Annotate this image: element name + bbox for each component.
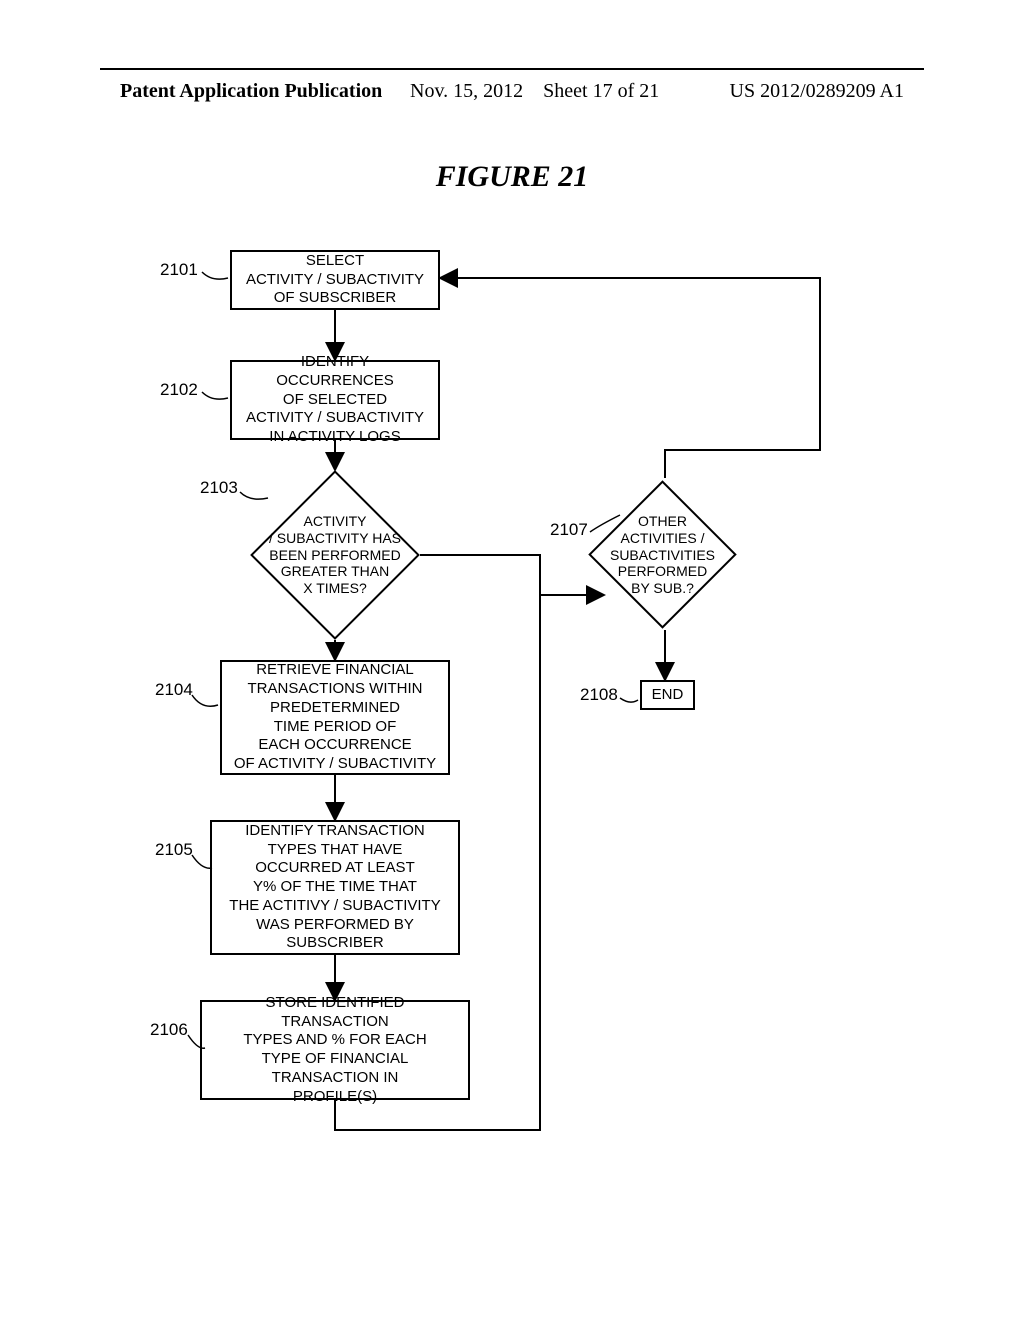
label-2103: 2103 (200, 478, 238, 498)
node-2101: SELECTACTIVITY / SUBACTIVITYOF SUBSCRIBE… (230, 250, 440, 310)
node-2105-text: IDENTIFY TRANSACTIONTYPES THAT HAVEOCCUR… (229, 822, 440, 953)
node-2108-text: END (652, 686, 684, 705)
label-2106: 2106 (150, 1020, 188, 1040)
header-date: Nov. 15, 2012 (410, 80, 523, 102)
header-rule (100, 68, 924, 70)
header-sheet: Sheet 17 of 21 (543, 80, 659, 102)
header-date-sheet: Nov. 15, 2012 Sheet 17 of 21 (410, 80, 659, 103)
node-2101-text: SELECTACTIVITY / SUBACTIVITYOF SUBSCRIBE… (246, 252, 424, 308)
node-2102-text: IDENTIFY OCCURRENCESOF SELECTEDACTIVITY … (242, 353, 428, 447)
node-2106-text: STORE IDENTIFIED TRANSACTIONTYPES AND % … (212, 994, 458, 1107)
node-2107-text: OTHERACTIVITIES /SUBACTIVITIESPERFORMEDB… (593, 513, 733, 597)
node-2102: IDENTIFY OCCURRENCESOF SELECTEDACTIVITY … (230, 360, 440, 440)
label-2104: 2104 (155, 680, 193, 700)
node-2104: RETRIEVE FINANCIALTRANSACTIONS WITHINPRE… (220, 660, 450, 775)
label-2105: 2105 (155, 840, 193, 860)
label-2102: 2102 (160, 380, 198, 400)
node-2103: ACTIVITY/ SUBACTIVITY HASBEEN PERFORMEDG… (250, 470, 420, 640)
node-2107: OTHERACTIVITIES /SUBACTIVITIESPERFORMEDB… (588, 480, 736, 628)
header-pubno: US 2012/0289209 A1 (730, 80, 904, 103)
header-publication: Patent Application Publication (120, 80, 382, 103)
node-2104-text: RETRIEVE FINANCIALTRANSACTIONS WITHINPRE… (234, 661, 436, 774)
node-2106: STORE IDENTIFIED TRANSACTIONTYPES AND % … (200, 1000, 470, 1100)
node-2105: IDENTIFY TRANSACTIONTYPES THAT HAVEOCCUR… (210, 820, 460, 955)
flowchart: SELECTACTIVITY / SUBACTIVITYOF SUBSCRIBE… (120, 230, 900, 1250)
node-2103-text: ACTIVITY/ SUBACTIVITY HASBEEN PERFORMEDG… (245, 513, 425, 597)
label-2108: 2108 (580, 685, 618, 705)
figure-title: FIGURE 21 (0, 160, 1024, 194)
label-2107: 2107 (550, 520, 588, 540)
label-2101: 2101 (160, 260, 198, 280)
node-2108: END (640, 680, 695, 710)
